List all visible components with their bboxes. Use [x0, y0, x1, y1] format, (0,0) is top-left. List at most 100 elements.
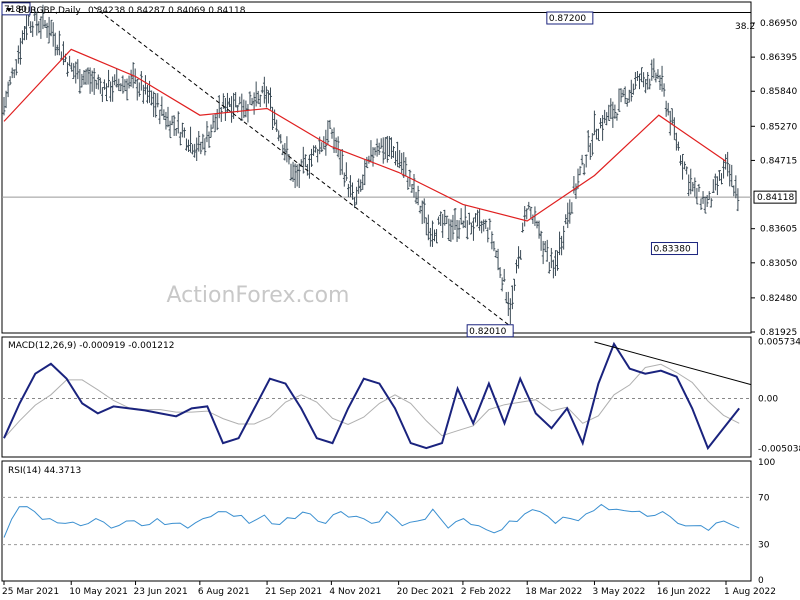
price-bar [457, 220, 461, 240]
x-tick-label: 1 Aug 2022 [724, 587, 776, 597]
price-bar [375, 138, 379, 157]
price-bar [88, 67, 92, 94]
price-bar [640, 67, 643, 83]
price-bar [109, 81, 112, 102]
price-bar [699, 198, 703, 211]
rsi-tick-label: 30 [758, 541, 770, 551]
price-bar [552, 259, 555, 279]
price-bar [219, 106, 223, 122]
price-bar [191, 144, 194, 155]
price-bar [515, 259, 518, 274]
svg-text:0.87200: 0.87200 [549, 14, 586, 24]
chart-root: ActionForex.com 71800.872000.820100.8338… [1, 1, 800, 597]
price-bars [2, 4, 740, 325]
price-tick-label: 0.82480 [760, 294, 797, 304]
price-bar [666, 102, 670, 116]
price-bar [603, 109, 607, 124]
price-bar [726, 151, 730, 177]
price-bar [246, 104, 250, 123]
price-bar [285, 136, 289, 163]
price-bar [238, 96, 242, 105]
price-bar [716, 176, 719, 196]
price-bar [670, 108, 674, 125]
price-tick-label: 0.85270 [760, 122, 797, 132]
price-panel-title: EURGBP,Daily [18, 6, 81, 16]
price-bar [445, 215, 449, 225]
price-bar [484, 219, 488, 229]
price-bar [590, 133, 594, 156]
price-bar [435, 229, 438, 244]
price-bar [183, 127, 186, 138]
price-bar [615, 112, 619, 121]
price-tick-label: 0.83050 [760, 259, 797, 269]
price-bar [269, 87, 272, 110]
price-bar [621, 89, 625, 97]
x-tick-label: 6 Aug 2021 [198, 587, 250, 597]
price-bar [490, 231, 494, 250]
price-bar [105, 83, 108, 102]
price-bar [344, 162, 348, 181]
price-bar [310, 148, 313, 167]
price-bar [156, 93, 160, 108]
price-bar [252, 92, 256, 115]
price-bar [562, 225, 566, 250]
price-bar [703, 196, 707, 214]
price-bar [90, 70, 94, 92]
price-bar [730, 164, 734, 188]
price-bar [722, 159, 725, 179]
price-bar [127, 75, 131, 89]
price-bar [433, 229, 436, 242]
x-tick-label: 18 Mar 2022 [525, 587, 582, 597]
rsi-panel-frame [1, 460, 752, 582]
price-bar [494, 250, 498, 258]
price-bar [498, 267, 502, 279]
rsi-panel-title: RSI(14) 44.3713 [8, 466, 81, 476]
price-bar [519, 250, 522, 260]
price-bar [262, 76, 266, 104]
price-bar [736, 188, 740, 212]
price-bar [365, 156, 369, 169]
price-tick-label: 0.81925 [760, 328, 797, 338]
price-bar [385, 135, 389, 163]
price-bar [361, 174, 365, 190]
price-annotation: 0.82010 [466, 324, 514, 338]
price-bar [650, 59, 654, 81]
price-ohlc-readout: 0.84238 0.84287 0.84069 0.84118 [88, 6, 246, 16]
price-bar [211, 114, 215, 129]
price-bar [205, 121, 209, 143]
price-bar [326, 120, 330, 145]
price-bar [613, 104, 617, 119]
price-bar [213, 113, 217, 133]
price-bar [297, 163, 301, 189]
price-bar [355, 186, 358, 205]
price-bar [709, 198, 713, 208]
price-bar [652, 58, 656, 79]
price-bar [203, 138, 207, 156]
rsi-tick-label: 70 [758, 493, 770, 503]
price-bar [521, 222, 525, 233]
price-bar [681, 153, 684, 180]
svg-text:0.82010: 0.82010 [469, 327, 506, 337]
price-bar [373, 147, 377, 156]
price-bar [631, 83, 635, 95]
price-bar [470, 222, 473, 235]
price-bar [467, 212, 471, 225]
price-bar [570, 202, 574, 214]
price-bar [98, 77, 102, 94]
price-bar [455, 219, 459, 242]
price-bar [648, 78, 652, 90]
price-bar [426, 214, 430, 241]
price-bar [429, 227, 432, 247]
x-tick-label: 3 May 2022 [592, 587, 645, 597]
price-bar [62, 41, 65, 66]
price-bar [506, 291, 510, 317]
price-bar [697, 183, 701, 192]
price-bar [230, 96, 233, 123]
price-bar [588, 142, 592, 160]
price-bar [508, 298, 512, 325]
price-bar [488, 218, 492, 230]
price-grid [2, 12, 751, 198]
price-bar [595, 128, 598, 140]
price-bar [367, 155, 371, 164]
price-bar [566, 202, 570, 229]
